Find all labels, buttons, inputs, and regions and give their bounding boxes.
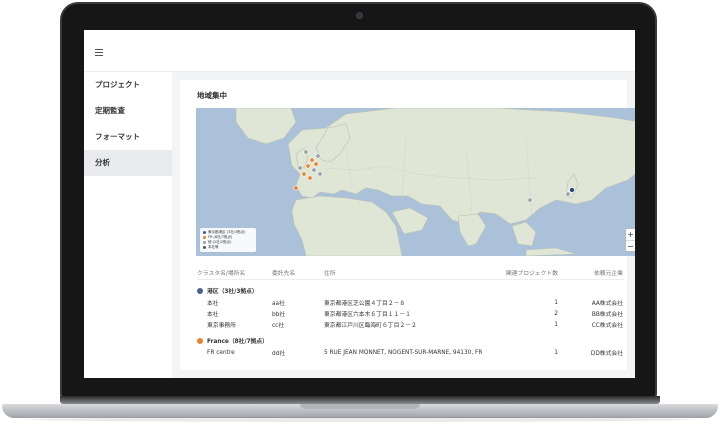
- camera: [356, 12, 363, 19]
- table-row[interactable]: 東京事務所 cc社 東京都江戸川区臨海町６丁目２－２ 1 CC株式会社: [197, 319, 625, 330]
- cell-address: 東京都江戸川区臨海町６丁目２－２: [324, 323, 417, 329]
- page-title: 地域集中: [197, 91, 227, 100]
- hamburger-menu-icon[interactable]: [95, 49, 103, 56]
- cell-address: 5 RUE JEAN MONNET, NOGENT-SUR-MARNE, 941…: [324, 349, 483, 356]
- map-legend: 東京都港区 (3社/3拠点) FR (8社/7拠点) 他 (2社/2拠点) 本社…: [200, 228, 256, 252]
- legend-dot: [203, 241, 206, 244]
- cell-project-count: 2: [554, 310, 558, 317]
- analysis-card: 地域集中 東京都港区 (3社/3拠点) FR (8社/7拠点) 他 (2社/2拠…: [180, 80, 635, 370]
- cluster-group-header[interactable]: 港区（3社/3拠点）: [197, 284, 625, 297]
- sidebar: プロジェクト 定期監査 フォーマット 分析: [84, 72, 172, 378]
- top-bar: [84, 30, 635, 72]
- table-row[interactable]: 本社 bb社 東京都港区六本木６丁目１１－１ 2 BB株式会社: [197, 308, 625, 319]
- cell-client: AA株式会社: [591, 301, 623, 307]
- header-project-count[interactable]: 関連プロジェクト数: [498, 268, 568, 277]
- sidebar-item-audits[interactable]: 定期監査: [84, 98, 172, 124]
- zoom-out-button[interactable]: −: [626, 240, 635, 251]
- cluster-name: 港区（3社/3拠点）: [207, 289, 258, 295]
- header-cluster[interactable]: クラスタ名/場所名: [197, 268, 272, 277]
- location-table: クラスタ名/場所名 委託先名 住所 関連プロジェクト数 依頼元企業 港区（3社/…: [197, 266, 625, 358]
- cell-location: FR centre: [207, 349, 235, 356]
- map-zoom-control: + −: [625, 228, 635, 252]
- laptop-mockup: プロジェクト 定期監査 フォーマット 分析 地域集中 東京都港区 (3社/3拠点…: [0, 0, 720, 424]
- cell-project-count: 1: [554, 349, 558, 356]
- laptop-hinge: [60, 396, 660, 404]
- cell-client: CC株式会社: [591, 323, 623, 329]
- app-screen: プロジェクト 定期監査 フォーマット 分析 地域集中 東京都港区 (3社/3拠点…: [84, 30, 635, 378]
- table-row[interactable]: 本社 aa社 東京都港区芝公園４丁目２－８ 1 AA株式会社: [197, 297, 625, 308]
- cluster-dot: [197, 337, 203, 344]
- main-content: 地域集中 東京都港区 (3社/3拠点) FR (8社/7拠点) 他 (2社/2拠…: [172, 72, 635, 378]
- cluster-name: France（8社/7拠点）: [207, 339, 269, 345]
- cell-client: BB株式会社: [591, 312, 623, 318]
- sidebar-item-projects[interactable]: プロジェクト: [84, 72, 172, 98]
- map-canvas[interactable]: [196, 108, 635, 256]
- cluster-dot: [197, 287, 203, 294]
- legend-dot: [203, 231, 206, 234]
- header-client[interactable]: 依頼元企業: [568, 268, 623, 277]
- cell-contractor: bb社: [272, 312, 286, 318]
- zoom-in-button[interactable]: +: [626, 229, 635, 240]
- laptop-shadow: [30, 417, 690, 422]
- header-contractor[interactable]: 委託先名: [272, 268, 324, 277]
- cell-project-count: 1: [554, 299, 558, 306]
- cell-contractor: cc社: [272, 323, 285, 329]
- cell-location: 東京事務所: [207, 323, 236, 329]
- cell-contractor: dd社: [272, 351, 286, 357]
- header-address[interactable]: 住所: [324, 268, 498, 277]
- cell-contractor: aa社: [272, 301, 285, 307]
- cell-client: DD株式会社: [590, 351, 623, 357]
- legend-item: 本社等: [203, 245, 253, 250]
- laptop-notch: [300, 404, 420, 409]
- cluster-group-header[interactable]: France（8社/7拠点）: [197, 334, 625, 347]
- table-header: クラスタ名/場所名 委託先名 住所 関連プロジェクト数 依頼元企業: [197, 266, 625, 280]
- table-row[interactable]: FR centre dd社 5 RUE JEAN MONNET, NOGENT-…: [197, 347, 625, 358]
- world-map[interactable]: 東京都港区 (3社/3拠点) FR (8社/7拠点) 他 (2社/2拠点) 本社…: [196, 108, 635, 256]
- legend-dot: [203, 246, 206, 249]
- legend-label: 本社等: [208, 245, 219, 249]
- cell-location: 本社: [207, 301, 219, 307]
- legend-dot: [203, 236, 206, 239]
- sidebar-item-analysis[interactable]: 分析: [84, 150, 172, 176]
- cell-address: 東京都港区六本木６丁目１１－１: [324, 312, 411, 318]
- cell-project-count: 1: [554, 321, 558, 328]
- cell-address: 東京都港区芝公園４丁目２－８: [324, 301, 406, 307]
- sidebar-item-formats[interactable]: フォーマット: [84, 124, 172, 150]
- cell-location: 本社: [207, 312, 219, 318]
